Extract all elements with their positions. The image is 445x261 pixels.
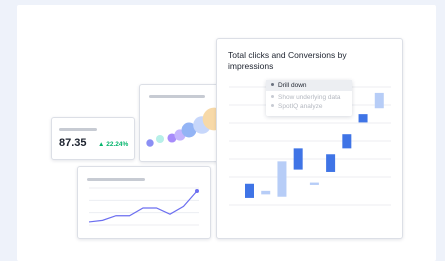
bar: [261, 190, 271, 195]
bubble-chart-card: [139, 84, 223, 162]
bubble-chart: [146, 107, 222, 147]
menu-item-spotiq-analyze[interactable]: SpotIQ analyze: [271, 102, 322, 111]
line-chart-card: [77, 166, 211, 239]
bullet-icon: [271, 82, 274, 86]
bar: [309, 182, 319, 185]
bar: [342, 134, 352, 149]
bullet-icon: [271, 94, 274, 98]
menu-item-show-underlying-data[interactable]: Show underlying data: [271, 93, 341, 102]
bar: [326, 154, 336, 172]
kpi-card: 87.35 ▲ 22.24%: [51, 117, 135, 160]
context-menu: Drill down Show underlying data SpotIQ a…: [266, 80, 352, 116]
line-point: [195, 189, 199, 193]
bubble-point: [146, 139, 154, 147]
bar: [374, 92, 384, 109]
bullet-icon: [271, 103, 274, 107]
kpi-delta: ▲ 22.24%: [98, 141, 129, 148]
bar: [277, 161, 287, 197]
menu-item-drill-down[interactable]: Drill down: [271, 81, 307, 90]
kpi-label-placeholder: [59, 128, 97, 131]
bubble-point: [155, 134, 165, 144]
bar-chart-card: Total clicks and Conversions by impressi…: [216, 38, 403, 239]
kpi-value: 87.35: [59, 137, 87, 149]
line-chart: [88, 187, 199, 226]
bar: [293, 148, 303, 170]
line-series: [88, 190, 198, 223]
bar-chart: [229, 86, 391, 206]
bar: [358, 114, 368, 123]
bar: [245, 183, 254, 198]
